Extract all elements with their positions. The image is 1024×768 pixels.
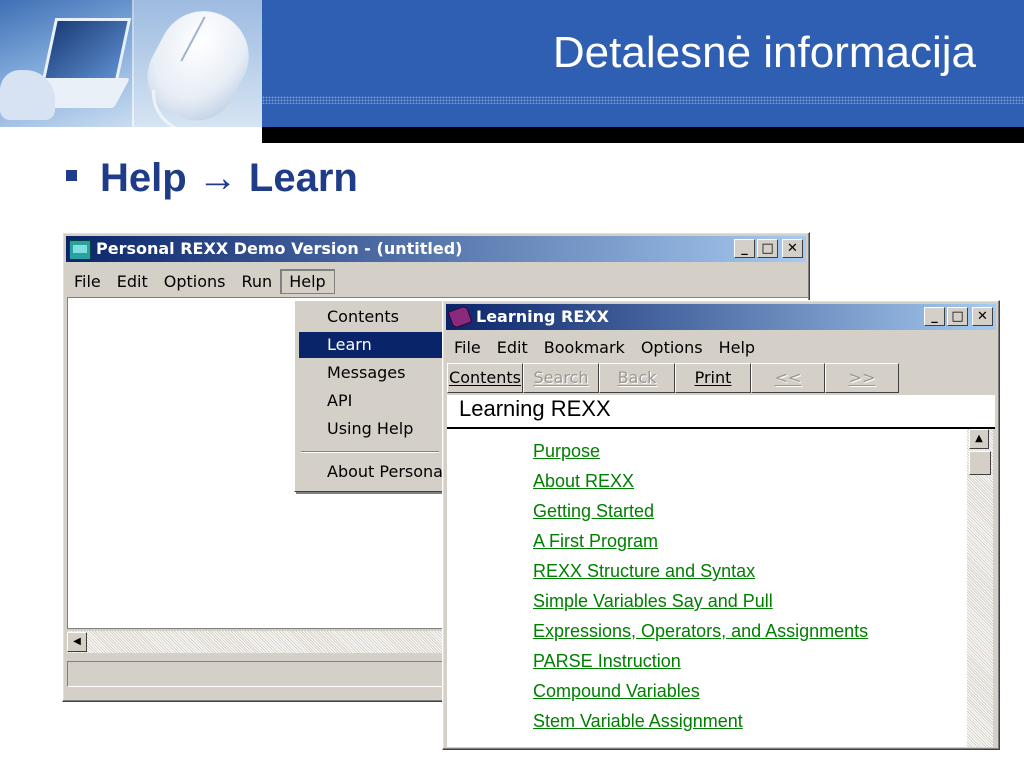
header-rule — [262, 127, 1024, 143]
help-window-title: Learning REXX — [476, 307, 609, 326]
contents-button[interactable]: Contents — [447, 363, 523, 393]
scroll-thumb[interactable] — [969, 451, 991, 475]
menu-help[interactable]: Help — [280, 268, 335, 294]
help-link-compound-variables[interactable]: Compound Variables — [533, 681, 700, 702]
browse-forward-button[interactable]: >> — [825, 363, 899, 393]
help-maximize-button[interactable]: □ — [947, 307, 968, 326]
help-menu-bookmark[interactable]: Bookmark — [536, 336, 633, 359]
help-link-structure-syntax[interactable]: REXX Structure and Syntax — [533, 561, 755, 582]
laptop-photo — [0, 0, 132, 127]
help-link-first-program[interactable]: A First Program — [533, 531, 658, 552]
menu-file[interactable]: File — [66, 270, 109, 293]
slide-header: Detalesnė informacija — [0, 0, 1024, 145]
help-link-simple-variables[interactable]: Simple Variables Say and Pull — [533, 591, 773, 612]
help-menubar: File Edit Bookmark Options Help — [446, 333, 996, 361]
help-link-parse[interactable]: PARSE Instruction — [533, 651, 681, 672]
laptop-icon — [40, 18, 132, 86]
help-menu-edit[interactable]: Edit — [489, 336, 536, 359]
help-link-about-rexx[interactable]: About REXX — [533, 471, 634, 492]
menu-options[interactable]: Options — [156, 270, 234, 293]
main-caption-buttons: _ □ ✕ — [734, 239, 803, 259]
menu-item-contents[interactable]: Contents — [299, 304, 445, 330]
browse-back-button[interactable]: << — [751, 363, 825, 393]
main-window-title: Personal REXX Demo Version - (untitled) — [96, 239, 463, 258]
help-close-button[interactable]: ✕ — [972, 307, 993, 326]
main-menubar: File Edit Options Run Help — [66, 267, 806, 295]
help-link-expressions[interactable]: Expressions, Operators, and Assignments — [533, 621, 868, 642]
help-dropdown-menu: Contents Learn Messages API Using Help A… — [294, 300, 446, 492]
topic-title-bar: Learning REXX — [447, 395, 995, 429]
help-link-stem-assignment[interactable]: Stem Variable Assignment — [533, 711, 743, 732]
main-window-titlebar[interactable]: Personal REXX Demo Version - (untitled) … — [66, 236, 806, 262]
close-button[interactable]: ✕ — [782, 239, 803, 258]
menu-separator — [301, 451, 439, 453]
bullet-marker — [66, 170, 77, 181]
help-content: Purpose About REXX Getting Started A Fir… — [447, 429, 967, 747]
help-menu-help[interactable]: Help — [711, 336, 763, 359]
menu-item-using-help[interactable]: Using Help — [299, 416, 445, 442]
help-toolbar: Contents Search Back Print << >> — [447, 363, 995, 395]
scroll-up-arrow-icon[interactable]: ▲ — [969, 429, 989, 449]
print-button[interactable]: Print — [675, 363, 751, 393]
menu-item-messages[interactable]: Messages — [299, 360, 445, 386]
mouse-cable — [152, 90, 215, 127]
menu-run[interactable]: Run — [234, 270, 281, 293]
book-icon[interactable] — [447, 305, 473, 329]
help-minimize-button[interactable]: _ — [924, 307, 945, 326]
help-caption-buttons: _ □ ✕ — [924, 307, 993, 327]
help-menu-file[interactable]: File — [446, 336, 489, 359]
search-button[interactable]: Search — [523, 363, 599, 393]
title-dots — [262, 96, 1024, 104]
vertical-scrollbar[interactable]: ▲ — [967, 429, 993, 747]
help-window: Learning REXX _ □ ✕ File Edit Bookmark O… — [442, 300, 1000, 750]
menu-edit[interactable]: Edit — [109, 270, 156, 293]
menu-item-api[interactable]: API — [299, 388, 445, 414]
mouse-photo — [133, 0, 262, 127]
topic-title: Learning REXX — [459, 396, 611, 421]
header-photo — [0, 0, 264, 127]
rexx-app-icon[interactable] — [69, 240, 91, 260]
help-link-getting-started[interactable]: Getting Started — [533, 501, 654, 522]
back-button[interactable]: Back — [599, 363, 675, 393]
slide-title: Detalesnė informacija — [552, 28, 976, 77]
help-window-titlebar[interactable]: Learning REXX _ □ ✕ — [446, 304, 996, 330]
scroll-left-arrow-icon[interactable]: ◀ — [67, 632, 87, 652]
menu-item-about[interactable]: About Persona — [299, 459, 445, 485]
help-menu-options[interactable]: Options — [633, 336, 711, 359]
help-link-purpose[interactable]: Purpose — [533, 441, 600, 462]
menu-item-learn[interactable]: Learn — [299, 332, 445, 358]
maximize-button[interactable]: □ — [757, 239, 778, 258]
bullet-text: Help → Learn — [100, 156, 358, 200]
minimize-button[interactable]: _ — [734, 239, 755, 258]
